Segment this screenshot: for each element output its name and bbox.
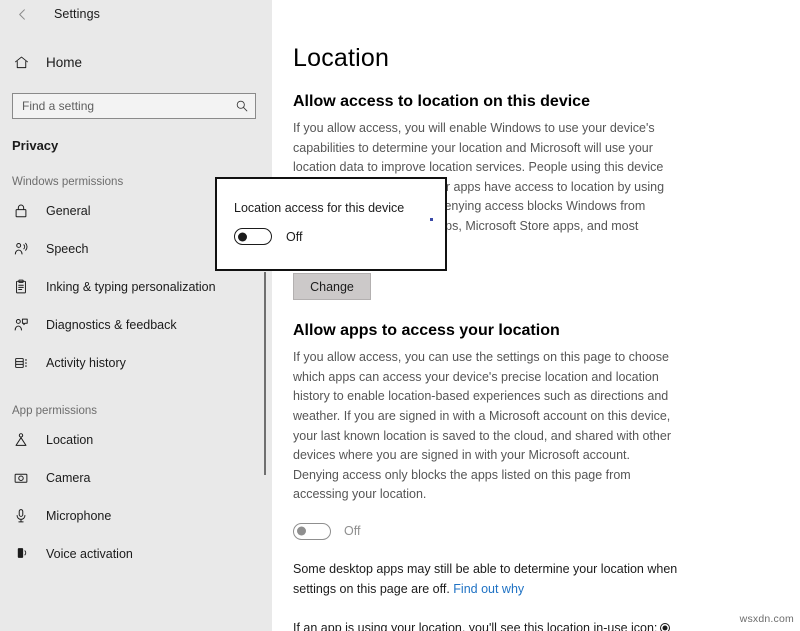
settings-window: Settings Home Privacy Windows permiss xyxy=(0,0,800,631)
window-title: Settings xyxy=(54,7,100,21)
toggle-switch-off[interactable] xyxy=(234,228,272,245)
popup-title: Location access for this device xyxy=(234,201,405,215)
sidebar-item-label: Voice activation xyxy=(46,547,133,561)
watermark: wsxdn.com xyxy=(739,613,794,625)
search-icon[interactable] xyxy=(235,99,249,113)
lock-icon xyxy=(13,203,39,219)
apps-section-description: If you allow access, you can use the set… xyxy=(293,350,671,502)
microphone-icon xyxy=(13,508,39,524)
sidebar-item-camera[interactable]: Camera xyxy=(0,459,272,497)
sidebar-item-label: Speech xyxy=(46,242,89,256)
apps-location-toggle-row[interactable]: Off xyxy=(293,522,800,540)
sidebar-item-label: Microphone xyxy=(46,509,112,523)
sidebar-scrollbar-thumb[interactable] xyxy=(264,272,266,475)
device-section-heading: Allow access to location on this device xyxy=(293,93,590,110)
toggle-switch-off[interactable] xyxy=(293,522,331,540)
sidebar-item-inking-typing-personalization[interactable]: Inking & typing personalization xyxy=(0,268,272,306)
activity-history-icon xyxy=(13,355,39,371)
camera-icon xyxy=(13,470,39,486)
voice-activation-icon xyxy=(13,546,39,562)
popup-toggle-state: Off xyxy=(286,229,303,244)
speech-person-icon xyxy=(13,241,39,257)
sidebar-group-header-app-permissions: App permissions xyxy=(12,405,98,417)
main-content: Location Allow access to location on thi… xyxy=(272,0,800,631)
find-out-why-link[interactable]: Find out why xyxy=(453,582,524,596)
sidebar-item-activity-history[interactable]: Activity history xyxy=(0,344,272,382)
location-in-use-note-text: If an app is using your location, you'll… xyxy=(293,621,658,631)
back-arrow-icon[interactable] xyxy=(8,2,36,26)
sidebar-item-label: Camera xyxy=(46,471,91,485)
apps-section-heading: Allow apps to access your location xyxy=(293,322,560,340)
sidebar-item-label: General xyxy=(46,204,91,218)
toggle-knob xyxy=(297,526,306,536)
search-input[interactable] xyxy=(22,99,235,113)
sidebar-item-microphone[interactable]: Microphone xyxy=(0,497,272,535)
location-pin-icon xyxy=(13,432,39,448)
sidebar-item-label: Activity history xyxy=(46,356,126,370)
desktop-apps-note: Some desktop apps may still be able to d… xyxy=(293,560,678,599)
sidebar-item-label: Diagnostics & feedback xyxy=(46,318,177,332)
change-button[interactable]: Change xyxy=(293,273,371,301)
location-access-popup[interactable]: Location access for this device Off xyxy=(215,177,447,271)
sidebar-item-voice-activation[interactable]: Voice activation xyxy=(0,535,272,573)
sidebar-item-label: Location xyxy=(46,433,94,447)
popup-toggle-row[interactable]: Off xyxy=(234,228,445,245)
person-feedback-icon xyxy=(13,317,39,333)
home-icon xyxy=(13,54,39,71)
sidebar-item-label: Inking & typing personalization xyxy=(46,280,216,294)
page-title: Location xyxy=(293,44,390,72)
toggle-knob xyxy=(238,232,247,241)
search-box[interactable] xyxy=(12,93,256,119)
location-in-use-icon xyxy=(660,623,671,631)
cursor-dot-artifact xyxy=(430,218,433,221)
apps-location-toggle-state: Off xyxy=(344,524,361,539)
clipboard-pen-icon xyxy=(13,279,39,295)
sidebar-item-location[interactable]: Location xyxy=(0,421,272,459)
sidebar-item-label: Home xyxy=(46,54,83,70)
sidebar-item-home[interactable]: Home xyxy=(0,46,272,78)
title-bar: Settings xyxy=(0,0,272,28)
sidebar-item-diagnostics-feedback[interactable]: Diagnostics & feedback xyxy=(0,306,272,344)
sidebar: Settings Home Privacy Windows permiss xyxy=(0,0,272,631)
sidebar-category-title: Privacy xyxy=(12,138,59,153)
location-in-use-note: If an app is using your location, you'll… xyxy=(293,619,678,631)
